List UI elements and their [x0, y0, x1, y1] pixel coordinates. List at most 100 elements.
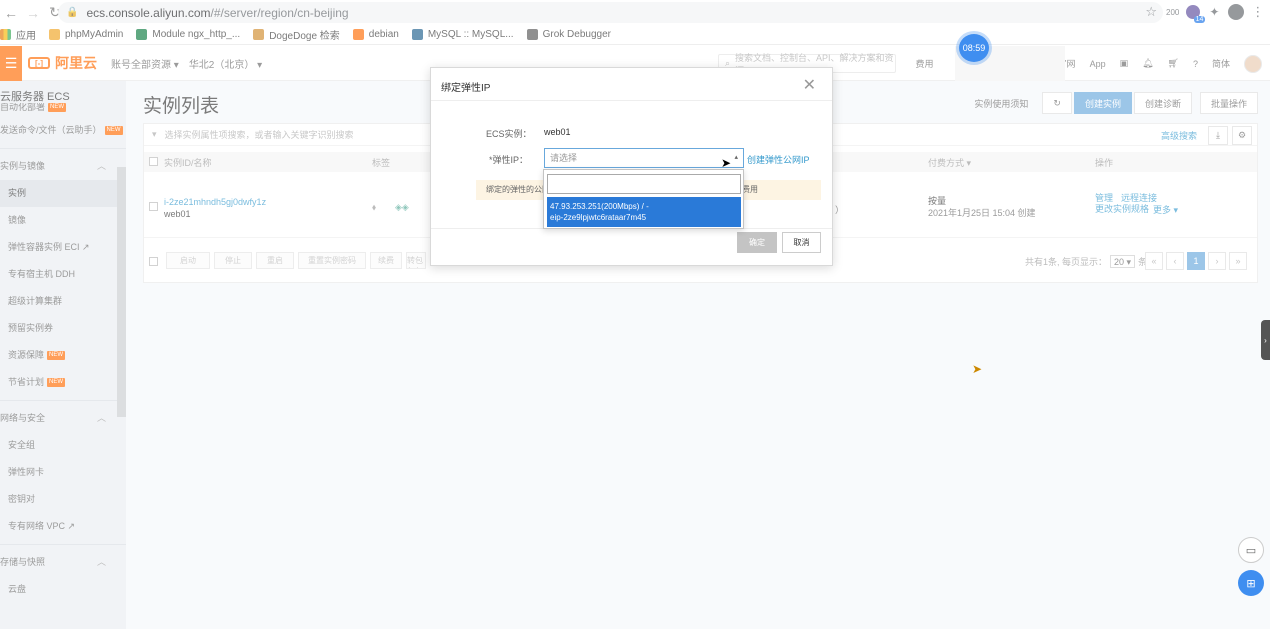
sidebar-item-savings-plan[interactable]: 节省计划 NEW [0, 369, 126, 396]
first-page-button[interactable]: « [1145, 252, 1163, 270]
sidebar-scrollbar[interactable] [117, 167, 126, 417]
bookmark-debian[interactable]: debian [352, 29, 399, 40]
row-trailing-text: ） [835, 205, 845, 215]
reset-password-button[interactable]: 重置实例密码 [298, 252, 366, 269]
sidebar-item-ddh[interactable]: 专有宿主机 DDH [0, 261, 126, 288]
sidebar-item-hpc[interactable]: 超级计算集群 [0, 288, 126, 315]
sidebar-section-storage[interactable]: 存储与快照 ︿ [0, 549, 126, 576]
puzzle-icon[interactable]: ✦ [1207, 5, 1221, 19]
sidebar-item-images[interactable]: 镜像 [0, 207, 126, 234]
sidebar-section-instances[interactable]: 实例与镜像 ︿ [0, 153, 126, 180]
aliyun-logo[interactable]: [-] 阿里云 [28, 53, 97, 73]
renew-button[interactable]: 续费 [370, 252, 402, 269]
section-label: 存储与快照 [0, 557, 46, 567]
page-1-button[interactable]: 1 [1187, 252, 1205, 270]
select-all-checkbox[interactable] [149, 157, 158, 166]
sidebar-item-eci[interactable]: 弹性容器实例 ECI ↗ [0, 234, 126, 261]
hamburger-menu-icon[interactable]: ☰ [0, 45, 22, 81]
advanced-search-link[interactable]: 高级搜索 [1161, 129, 1197, 142]
sidebar-item-keypair[interactable]: 密钥对 [0, 486, 126, 513]
caret-icon: ▴ [734, 154, 738, 161]
sidebar-item-reserved[interactable]: 预留实例券 [0, 315, 126, 342]
cart-icon[interactable]: 🛒︎ [1168, 58, 1179, 69]
settings-gear-icon[interactable]: ⚙ [1232, 126, 1252, 145]
sidebar-item-automation[interactable]: 自动化部署 NEW [0, 103, 126, 117]
next-page-button[interactable]: › [1208, 252, 1226, 270]
account-selector[interactable]: 账号全部资源 ▾ [111, 56, 179, 71]
convert-billing-button[interactable]: 按量付费转包年包月 [406, 252, 426, 269]
section-label: 实例与镜像 [0, 161, 46, 171]
sidebar-item-label: 发送命令/文件（云助手） [0, 125, 102, 135]
extension-badge-icon[interactable]: 14 [1186, 5, 1206, 23]
sidebar-item-disk[interactable]: 云盘 [0, 576, 126, 603]
bookmark-apps[interactable]: 应用 [0, 27, 36, 42]
apps-icon[interactable]: ⊞ [1238, 570, 1264, 596]
close-icon[interactable]: ✕ [803, 75, 816, 95]
page-size-select[interactable]: 20 ▾ [1109, 255, 1135, 268]
back-icon[interactable]: ← [0, 2, 22, 24]
sidebar-item-label: 镜像 [8, 215, 27, 225]
create-instance-button[interactable]: 创建实例 [1073, 92, 1132, 114]
bookmarks-bar: 应用 phpMyAdmin Module ngx_http_... DogeDo… [0, 25, 1270, 45]
confirm-button[interactable]: 确定 [737, 232, 777, 253]
nav-fees[interactable]: 费用 [916, 57, 934, 70]
cancel-button[interactable]: 取消 [782, 232, 821, 253]
sidebar-item-instances[interactable]: 实例 [0, 180, 126, 207]
more-ops-link[interactable]: 更多 ▾ [1153, 203, 1178, 216]
row-checkbox[interactable] [149, 202, 158, 211]
dropdown-search-input[interactable] [547, 174, 741, 194]
sidebar: 云服务器 ECS 自动化部署 NEW 发送命令/文件（云助手） NEW 实例与镜像 ︿… [0, 81, 126, 629]
batch-operations-button[interactable]: 批量操作 [1199, 92, 1258, 114]
help-icon[interactable]: ? [1193, 59, 1198, 69]
modal-divider [431, 100, 832, 101]
menu-kebab-icon[interactable]: ⋮ [1251, 4, 1264, 20]
usage-notes-link[interactable]: 实例使用须知 [974, 97, 1028, 110]
bell-icon[interactable]: 🔔︎ [1142, 58, 1153, 69]
extension-count[interactable]: 200 [1166, 8, 1179, 17]
chat-icon[interactable]: ▭ [1238, 537, 1264, 563]
bookmark-mysql[interactable]: MySQL :: MySQL... [411, 29, 514, 40]
bookmark-star-icon[interactable]: ☆ [1145, 4, 1157, 20]
bookmark-nginx[interactable]: Module ngx_http_... [136, 29, 240, 40]
start-button[interactable]: 启动 [166, 252, 210, 269]
bookmark-label: MySQL :: MySQL... [427, 29, 514, 40]
bookmark-dogedoge[interactable]: DogeDoge 检索 [253, 27, 340, 42]
nginx-icon [136, 29, 148, 40]
address-bar[interactable]: 🔒 ecs.console.aliyun.com/#/server/region… [58, 2, 1163, 23]
browser-toolbar: ← → ↻ 🔒 ecs.console.aliyun.com/#/server/… [0, 0, 1270, 25]
last-page-button[interactable]: » [1229, 252, 1247, 270]
bookmark-grok[interactable]: Grok Debugger [526, 29, 611, 40]
avatar[interactable] [1244, 54, 1262, 73]
side-panel-tab[interactable]: › [1261, 320, 1270, 360]
create-diagnosis-button[interactable]: 创建诊断 [1133, 92, 1192, 114]
forward-icon[interactable]: → [22, 2, 44, 24]
tag-icon[interactable]: ⬧ [372, 202, 376, 213]
terminal-icon[interactable]: ▣ [1120, 58, 1129, 69]
change-spec-link[interactable]: 更改实例规格 [1095, 202, 1149, 215]
footer-select-all-checkbox[interactable] [149, 257, 158, 266]
download-icon[interactable]: ⤓ [1208, 126, 1228, 145]
stop-button[interactable]: 停止 [214, 252, 252, 269]
created-time: 2021年1月25日 15:04 创建 [928, 208, 1036, 218]
sidebar-item-cloud-assistant[interactable]: 发送命令/文件（云助手） NEW [0, 117, 126, 144]
eip-option[interactable]: 47.93.253.251(200Mbps) / - eip-2ze9lpjwt… [547, 197, 741, 227]
region-selector[interactable]: 华北2（北京） ▾ [189, 56, 262, 71]
refresh-button[interactable]: ↻ [1042, 92, 1072, 114]
sidebar-section-network[interactable]: 网络与安全 ︿ [0, 405, 126, 432]
restart-button[interactable]: 重启 [256, 252, 294, 269]
eip-select[interactable]: 请选择 ▴ [544, 148, 744, 168]
nav-language[interactable]: 简体 [1212, 57, 1230, 70]
instance-id-link[interactable]: i-2ze21mhndh5gj0dwfy1z [164, 197, 266, 207]
sidebar-item-eni[interactable]: 弹性网卡 [0, 459, 126, 486]
profile-icon[interactable] [1228, 4, 1245, 20]
col-tags: 标签 [372, 158, 391, 168]
nav-app[interactable]: App [1090, 59, 1106, 69]
prev-page-button[interactable]: ‹ [1166, 252, 1184, 270]
create-eip-link[interactable]: 创建弹性公网IP [747, 153, 810, 166]
col-billing[interactable]: 付费方式 ▾ [928, 156, 971, 169]
sidebar-item-security-group[interactable]: 安全组 [0, 432, 126, 459]
sidebar-item-vpc[interactable]: 专有网络 VPC ↗ [0, 513, 126, 540]
recording-timer[interactable]: 08:59 [959, 34, 989, 62]
bookmark-phpmyadmin[interactable]: phpMyAdmin [49, 29, 123, 40]
sidebar-item-resource-guarantee[interactable]: 资源保障 NEW [0, 342, 126, 369]
